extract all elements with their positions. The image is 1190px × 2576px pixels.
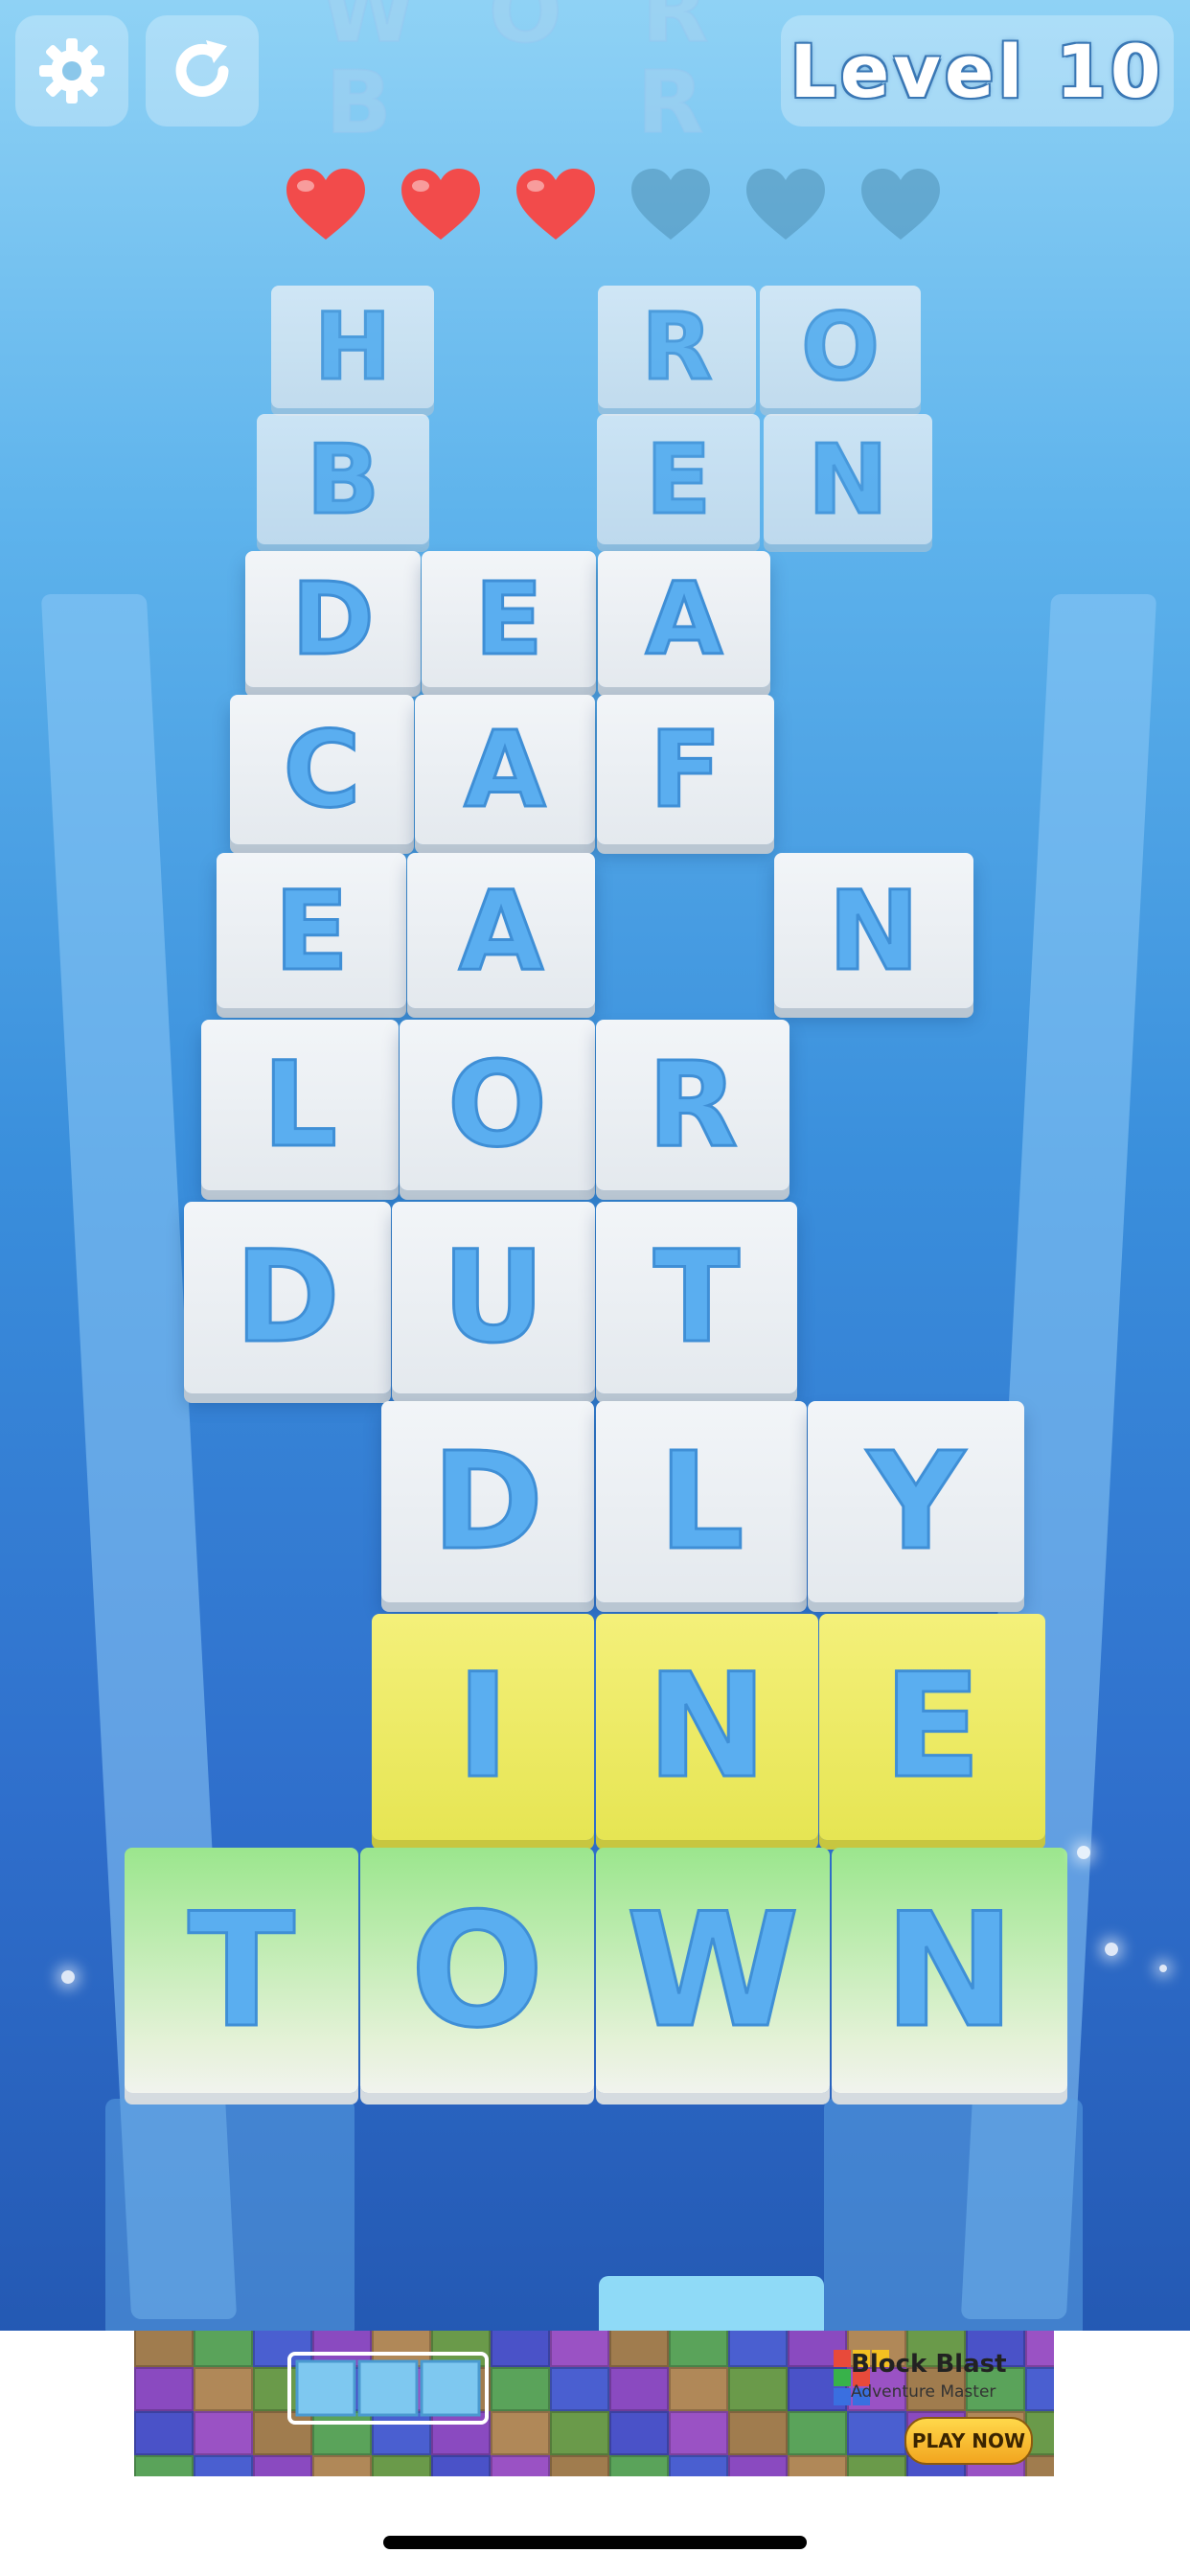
letter-tile-highlighted[interactable]: N: [596, 1614, 818, 1840]
letter-tile[interactable]: E: [422, 551, 596, 687]
ad-brick: [134, 2411, 194, 2455]
restart-icon: [175, 40, 229, 97]
ad-brick: [669, 2367, 728, 2411]
letter-tile[interactable]: D: [245, 551, 421, 687]
letter-tile[interactable]: E: [597, 414, 760, 544]
heart-full-icon: [516, 169, 595, 240]
ghost-letter: O: [488, 0, 563, 63]
ad-brick: [609, 2455, 669, 2476]
ad-brick: [669, 2455, 728, 2476]
letter-tile[interactable]: N: [774, 853, 973, 1008]
ad-brick: [788, 2455, 847, 2476]
ad-brick: [134, 2331, 194, 2367]
letter-tile[interactable]: F: [597, 695, 774, 844]
letter-tile[interactable]: L: [201, 1020, 399, 1190]
heart-empty-icon: [861, 169, 940, 240]
ad-play-button[interactable]: PLAY NOW: [904, 2417, 1033, 2465]
ad-brick: [728, 2411, 788, 2455]
ad-brick: [194, 2331, 253, 2367]
ad-title: Block Blast: [851, 2350, 1007, 2379]
ad-brick: [194, 2411, 253, 2455]
settings-button[interactable]: [15, 15, 128, 126]
letter-tile[interactable]: U: [392, 1202, 595, 1393]
ad-brick: [550, 2331, 609, 2367]
letter-tile-solved[interactable]: W: [596, 1848, 830, 2093]
home-indicator[interactable]: [383, 2536, 807, 2549]
ad-brick: [609, 2411, 669, 2455]
ad-brick: [134, 2455, 194, 2476]
ad-brick: [847, 2411, 906, 2455]
letter-tile-solved[interactable]: T: [125, 1848, 358, 2093]
ad-area: Block Blast Adventure Master PLAY NOW: [0, 2331, 1190, 2576]
letter-tile[interactable]: T: [596, 1202, 797, 1393]
letter-tile-solved[interactable]: O: [360, 1848, 594, 2093]
letter-tile[interactable]: B: [257, 414, 429, 544]
ad-brick: [194, 2367, 253, 2411]
ad-brick: [550, 2367, 609, 2411]
ad-brick: [728, 2455, 788, 2476]
sparkle-effect: [1105, 1943, 1118, 1956]
letter-tile[interactable]: R: [596, 1020, 790, 1190]
ad-brick: [669, 2411, 728, 2455]
board-lane-bottom-left: [105, 2099, 355, 2338]
letter-tile[interactable]: R: [598, 286, 756, 408]
lives-bar: [283, 165, 953, 251]
gear-icon: [39, 38, 104, 104]
letter-tile-solved[interactable]: N: [832, 1848, 1067, 2093]
ad-brick: [312, 2455, 372, 2476]
heart-full-icon: [401, 169, 480, 240]
sparkle-effect: [1159, 1965, 1167, 1972]
letter-tile[interactable]: L: [596, 1401, 807, 1602]
heart-full-icon: [286, 169, 365, 240]
ad-brick: [669, 2331, 728, 2367]
block-piece-icon: [287, 2352, 489, 2425]
letter-tile[interactable]: O: [400, 1020, 595, 1190]
ad-banner[interactable]: Block Blast Adventure Master PLAY NOW: [134, 2331, 1054, 2476]
letter-tile[interactable]: D: [381, 1401, 594, 1602]
ad-brick: [609, 2331, 669, 2367]
sparkle-effect: [1077, 1846, 1090, 1859]
ad-brick: [431, 2455, 491, 2476]
level-indicator: Level 10: [781, 15, 1174, 126]
letter-tile[interactable]: E: [217, 853, 406, 1008]
ad-brick: [1025, 2455, 1054, 2476]
letter-tile-highlighted[interactable]: I: [372, 1614, 594, 1840]
letter-tile[interactable]: A: [415, 695, 595, 844]
board-lane-bottom-right: [824, 2099, 1083, 2338]
ad-brick: [372, 2455, 431, 2476]
heart-empty-icon: [631, 169, 710, 240]
ad-brick: [253, 2455, 312, 2476]
letter-tile[interactable]: D: [184, 1202, 391, 1393]
ad-brick: [491, 2367, 550, 2411]
letter-tile[interactable]: N: [764, 414, 932, 544]
ad-brick: [491, 2455, 550, 2476]
ad-brick: [491, 2411, 550, 2455]
ad-brick: [550, 2411, 609, 2455]
ad-brick: [728, 2331, 788, 2367]
ghost-letter: R: [636, 52, 704, 154]
letter-tile[interactable]: A: [407, 853, 595, 1008]
ad-brick: [491, 2331, 550, 2367]
ad-brick: [134, 2367, 194, 2411]
letter-tile[interactable]: A: [598, 551, 770, 687]
heart-empty-icon: [746, 169, 825, 240]
ad-brick: [847, 2455, 906, 2476]
letter-tile[interactable]: C: [230, 695, 414, 844]
ad-brick: [194, 2455, 253, 2476]
letter-tile[interactable]: Y: [808, 1401, 1024, 1602]
letter-tile[interactable]: H: [271, 286, 434, 408]
ad-brick: [728, 2367, 788, 2411]
ghost-letter: B: [325, 52, 393, 154]
restart-button[interactable]: [146, 15, 259, 126]
letter-tile[interactable]: O: [760, 286, 921, 408]
ad-subtitle: Adventure Master: [851, 2382, 996, 2402]
ad-brick: [788, 2411, 847, 2455]
ad-brick: [550, 2455, 609, 2476]
ad-brick: [609, 2367, 669, 2411]
letter-tile-highlighted[interactable]: E: [819, 1614, 1045, 1840]
sparkle-effect: [61, 1970, 75, 1984]
